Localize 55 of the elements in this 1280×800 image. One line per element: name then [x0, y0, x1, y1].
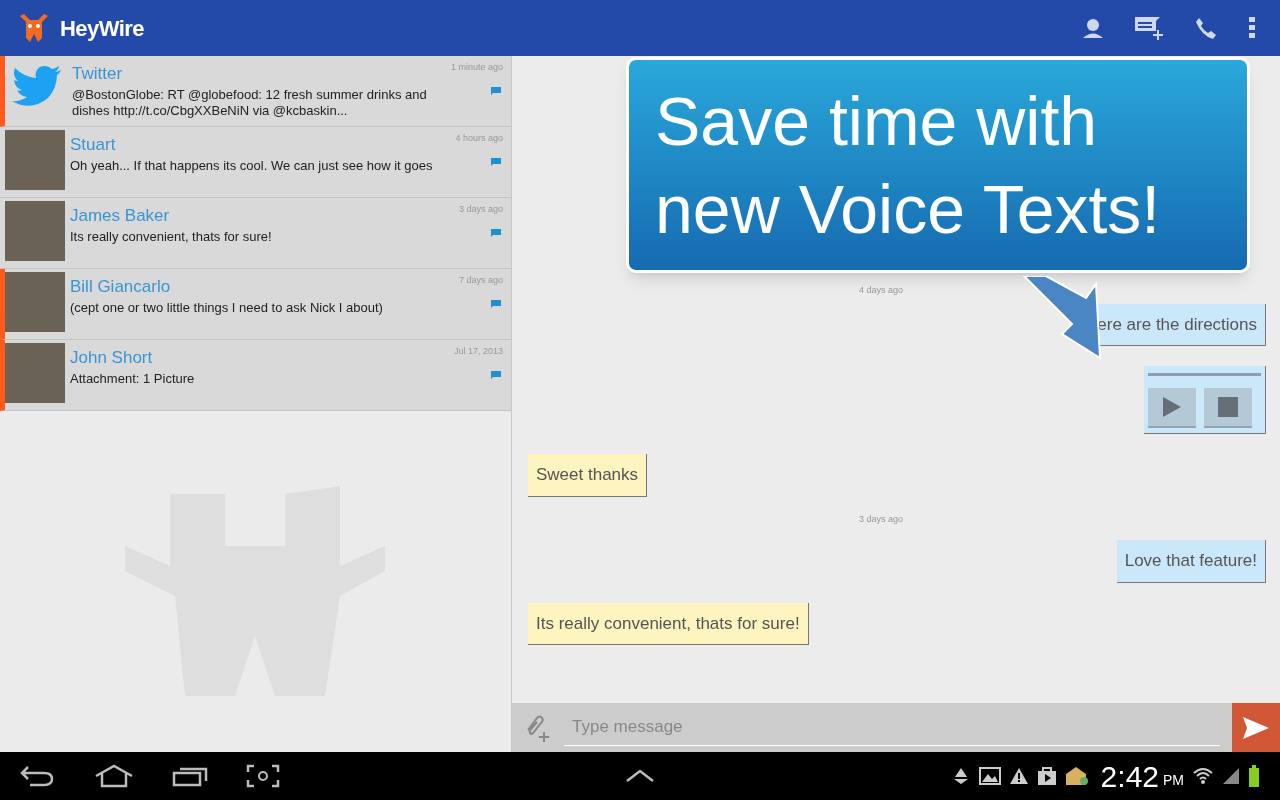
- play-icon: [1162, 396, 1182, 418]
- send-button[interactable]: [1232, 703, 1280, 752]
- sent-message-bubble: Love that feature!: [1116, 540, 1266, 583]
- speech-bubble-icon: [490, 86, 502, 96]
- contact-name: Twitter: [72, 63, 123, 85]
- new-message-icon[interactable]: [1134, 15, 1164, 41]
- timestamp: 1 minute ago: [450, 61, 503, 74]
- overflow-menu-icon[interactable]: [1248, 16, 1256, 40]
- received-message-bubble: Its really convenient, thats for sure!: [528, 602, 809, 645]
- contact-name: Bill Giancarlo: [70, 276, 171, 298]
- message-preview: Oh yeah... If that happens its cool. We can just see how it goes: [70, 158, 433, 174]
- back-icon[interactable]: [20, 765, 54, 787]
- date-divider: 3 days ago: [858, 512, 903, 526]
- received-message-bubble: Sweet thanks: [528, 454, 648, 497]
- stop-button[interactable]: [1204, 388, 1252, 428]
- speech-bubble-icon: [490, 299, 502, 309]
- avatar-photo-placeholder: [5, 343, 65, 403]
- bird-icon: [11, 64, 63, 108]
- speech-bubble-icon: [490, 228, 502, 238]
- speech-bubble-icon: [490, 370, 502, 380]
- avatar-photo-placeholder: [5, 272, 65, 332]
- app-title: HeyWire: [60, 14, 144, 43]
- home-icon[interactable]: [94, 764, 134, 788]
- shopping-bag-icon: [1036, 766, 1057, 786]
- message-input[interactable]: Type message: [564, 709, 1220, 746]
- avatar-photo-placeholder: [5, 130, 65, 190]
- message-preview: @BostonGlobe: RT @globefood: 12 fresh summer drinks and dishes http://t.co/CbgXXBeNiN via @kcbaskin...: [72, 87, 428, 119]
- date-divider: 4 days ago: [858, 284, 903, 297]
- person-icon[interactable]: [1082, 17, 1104, 39]
- composer-bar[interactable]: Type message: [512, 703, 1280, 752]
- image-icon: [978, 767, 1001, 785]
- caret-up-icon[interactable]: [625, 769, 655, 783]
- warning-icon: [1008, 767, 1029, 785]
- send-icon: [1243, 716, 1269, 739]
- screenshot-icon[interactable]: [246, 764, 280, 788]
- clock-ampm: PM: [1163, 770, 1184, 790]
- recent-apps-icon[interactable]: [172, 765, 208, 787]
- message-preview: Its really convenient, thats for sure!: [70, 229, 272, 245]
- avatar-photo-placeholder: [5, 201, 65, 261]
- contact-name: John Short: [70, 347, 153, 369]
- callout-headline: Save time with: [655, 82, 1099, 161]
- contact-name: James Baker: [70, 205, 170, 227]
- battery-icon: [1248, 765, 1260, 787]
- phone-icon[interactable]: [1194, 16, 1218, 40]
- clock-time: 2:42: [1100, 758, 1159, 795]
- stop-icon: [1218, 397, 1238, 417]
- message-preview: Attachment: 1 Picture: [70, 371, 195, 387]
- callout-headline: new Voice Texts!: [655, 170, 1162, 249]
- signal-icon: [1222, 767, 1240, 785]
- speech-bubble-icon: [490, 157, 502, 167]
- message-preview: (cept one or two little things I need to ask Nick I about): [70, 300, 383, 316]
- play-button[interactable]: [1148, 388, 1196, 428]
- wifi-icon: [1192, 765, 1214, 787]
- conversation-row[interactable]: Twitter @BostonGlobe: RT @globefood: 12 fresh summer drinks and dishes http://t.co/CbgXXBeNiN via @kcbaskin... 1 minute ago: [0, 56, 511, 127]
- contact-name: Stuart: [70, 134, 116, 156]
